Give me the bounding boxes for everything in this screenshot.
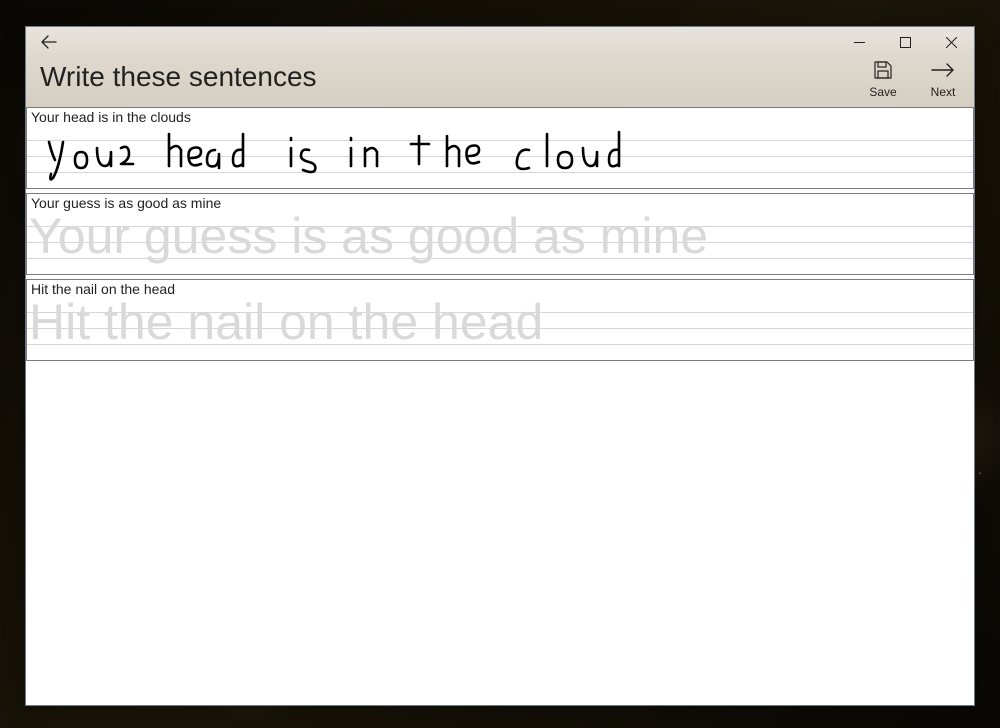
back-button[interactable] (26, 27, 72, 57)
sentence-prompt: Hit the nail on the head (27, 280, 973, 298)
maximize-icon (900, 37, 911, 48)
guide-text: Your guess is as good as mine (29, 212, 708, 266)
save-label: Save (869, 85, 896, 99)
sentence-prompt: Your head is in the clouds (27, 108, 973, 126)
handwriting-ink (31, 126, 671, 182)
minimize-icon (854, 37, 865, 48)
app-window: Write these sentences Save (25, 26, 975, 706)
maximize-button[interactable] (882, 27, 928, 57)
sentence-prompt: Your guess is as good as mine (27, 194, 973, 212)
header-row: Write these sentences Save (26, 57, 974, 107)
writing-area[interactable] (27, 126, 973, 188)
next-button[interactable]: Next (922, 59, 964, 99)
writing-area[interactable]: Your guess is as good as mine (27, 212, 973, 274)
writing-area[interactable]: Hit the nail on the head (27, 298, 973, 360)
save-icon (873, 60, 893, 80)
save-button[interactable]: Save (862, 59, 904, 99)
page-title: Write these sentences (36, 57, 317, 93)
close-icon (946, 37, 957, 48)
guide-text: Hit the nail on the head (29, 298, 543, 352)
content-area: Your head is in the clouds (26, 107, 974, 705)
window-controls (836, 27, 974, 57)
next-label: Next (931, 85, 956, 99)
sentence-block: Hit the nail on the head Hit the nail on… (26, 279, 974, 361)
next-arrow-icon (931, 62, 955, 78)
sentence-block: Your guess is as good as mine Your guess… (26, 193, 974, 275)
title-bar (26, 27, 974, 57)
sentence-block: Your head is in the clouds (26, 107, 974, 189)
close-button[interactable] (928, 27, 974, 57)
back-arrow-icon (41, 35, 57, 49)
minimize-button[interactable] (836, 27, 882, 57)
toolbar: Save Next (862, 57, 964, 99)
